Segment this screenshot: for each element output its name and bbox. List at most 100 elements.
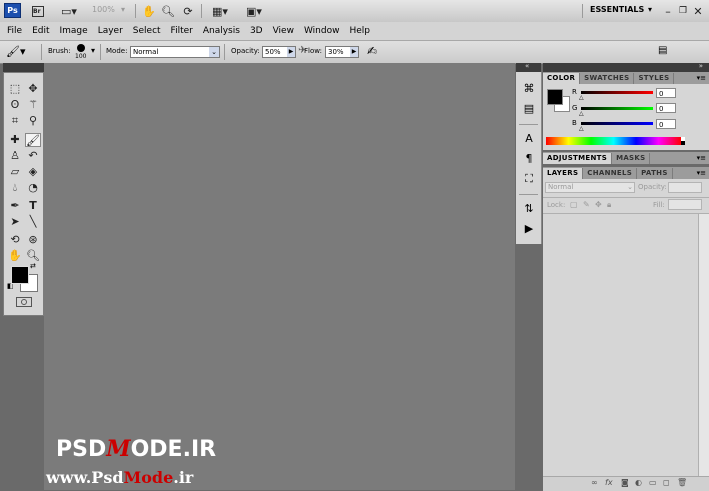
tools-panel-header[interactable]	[3, 63, 44, 72]
tab-layers[interactable]: LAYERS	[543, 168, 584, 179]
arrange-documents-icon[interactable]: ▦▾	[207, 3, 233, 19]
r-value[interactable]: 0	[656, 88, 676, 98]
ps-logo[interactable]: Ps	[4, 3, 21, 18]
tab-styles[interactable]: STYLES	[634, 73, 675, 84]
minimize-icon[interactable]: –	[662, 3, 674, 19]
navigator-panel-icon[interactable]: ▶	[521, 222, 537, 236]
b-slider-thumb[interactable]: △	[579, 125, 584, 132]
clone-stamp-tool-icon[interactable]: ♙	[7, 149, 23, 163]
lock-image-icon[interactable]: ✎	[583, 200, 590, 209]
brush-preview[interactable]	[77, 44, 85, 52]
mode-select[interactable]: Normal ⌄	[130, 46, 220, 58]
history-panel-icon[interactable]: ⌘	[521, 82, 537, 96]
paint-bucket-tool-icon[interactable]: ◈	[25, 165, 41, 179]
b-slider[interactable]	[581, 122, 653, 125]
panel-toggle-icon[interactable]: ▤	[658, 45, 670, 57]
dock-header[interactable]: «	[516, 62, 541, 72]
g-slider-thumb[interactable]: △	[579, 110, 584, 117]
blur-tool-icon[interactable]: 💧︎	[7, 181, 23, 195]
menu-select[interactable]: Select	[128, 22, 166, 40]
menu-view[interactable]: View	[268, 22, 299, 40]
menu-help[interactable]: Help	[344, 22, 375, 40]
tab-paths[interactable]: PATHS	[637, 168, 673, 179]
menu-3d[interactable]: 3D	[245, 22, 268, 40]
panel-menu-icon[interactable]: ▾≡	[697, 73, 709, 84]
clone-source-panel-icon[interactable]: ⛶	[521, 172, 537, 186]
close-icon[interactable]: ✕	[692, 3, 704, 19]
actions-panel-icon[interactable]: ▤	[521, 102, 537, 116]
menu-layer[interactable]: Layer	[93, 22, 128, 40]
dodge-tool-icon[interactable]: ◔	[25, 181, 41, 195]
eyedropper-tool-icon[interactable]: ⚲	[25, 114, 41, 128]
document-canvas-area[interactable]	[44, 63, 515, 490]
b-value[interactable]: 0	[656, 119, 676, 129]
opacity-slider-arrow-icon[interactable]: ▶	[287, 47, 295, 57]
link-layers-icon[interactable]: ∞	[591, 478, 598, 487]
adjustment-layer-icon[interactable]: ◐	[635, 478, 642, 487]
collapse-to-icons-icon[interactable]: »	[699, 62, 703, 70]
color-fg-swatch[interactable]	[547, 89, 563, 105]
rotate-view-icon[interactable]: ⟳	[180, 3, 196, 19]
quick-mask-icon[interactable]	[16, 297, 32, 307]
airbrush-icon[interactable]: ✍︎	[367, 44, 377, 58]
blend-mode-select[interactable]: Normal ⌄	[545, 182, 635, 193]
menu-analysis[interactable]: Analysis	[198, 22, 245, 40]
layer-opacity-field[interactable]	[668, 182, 702, 193]
flow-field[interactable]: 30% ▶	[325, 46, 359, 58]
chevron-down-icon[interactable]: ⌄	[627, 183, 633, 192]
color-ramp-black[interactable]	[681, 141, 685, 145]
screen-mode-icon[interactable]: ▣▾	[241, 3, 267, 19]
tab-adjustments[interactable]: ADJUSTMENTS	[543, 153, 613, 164]
fill-field[interactable]	[668, 199, 702, 210]
magic-wand-tool-icon[interactable]: ⚚	[25, 98, 41, 112]
panel-menu-icon[interactable]: ▾≡	[697, 153, 709, 164]
menu-file[interactable]: File	[2, 22, 27, 40]
tab-channels[interactable]: CHANNELS	[583, 168, 638, 179]
delete-layer-icon[interactable]: 🗑︎	[677, 478, 687, 487]
menu-filter[interactable]: Filter	[166, 22, 198, 40]
layers-list[interactable]	[543, 214, 698, 476]
move-tool-icon[interactable]: ✥	[25, 82, 41, 96]
tab-masks[interactable]: MASKS	[612, 153, 651, 164]
view-extras-icon[interactable]: ▭▾	[58, 3, 80, 19]
zoom-tool-icon[interactable]: 🔍︎	[25, 249, 41, 263]
swap-colors-icon[interactable]: ⇄	[30, 262, 36, 270]
new-layer-icon[interactable]: ◻	[663, 478, 670, 487]
hand-tool-icon[interactable]: ✋	[7, 249, 23, 263]
layers-scrollbar[interactable]	[698, 214, 709, 476]
workspace-dropdown-icon[interactable]: ▾	[648, 5, 652, 14]
add-mask-icon[interactable]: ◙	[621, 478, 629, 487]
menu-edit[interactable]: Edit	[27, 22, 54, 40]
type-tool-icon[interactable]: T	[25, 199, 41, 213]
eraser-tool-icon[interactable]: ▱	[7, 165, 23, 179]
tool-preset-picker[interactable]: 🖌︎▾	[6, 45, 36, 59]
zoom-dropdown-icon[interactable]: ▾	[121, 5, 125, 14]
restore-icon[interactable]: ❐	[677, 3, 689, 19]
panels-header[interactable]: »	[543, 62, 709, 72]
g-slider[interactable]	[581, 107, 653, 110]
crop-tool-icon[interactable]: ⌗	[7, 114, 23, 128]
chevron-down-icon[interactable]: ⌄	[209, 47, 219, 57]
line-tool-icon[interactable]: ╲	[25, 215, 41, 229]
brushes-panel-icon[interactable]: ⇅	[521, 202, 537, 216]
marquee-tool-icon[interactable]: ⬚	[7, 82, 23, 96]
foreground-color-swatch[interactable]	[11, 266, 29, 284]
lasso-tool-icon[interactable]: ʘ	[7, 98, 23, 112]
zoom-tool-icon[interactable]: 🔍︎	[160, 3, 176, 19]
collapse-arrows-icon[interactable]: «	[525, 62, 529, 70]
r-slider[interactable]	[581, 91, 653, 94]
path-selection-tool-icon[interactable]: ➤	[7, 215, 23, 229]
paragraph-panel-icon[interactable]: ¶	[521, 152, 537, 166]
hand-tool-icon[interactable]: ✋	[141, 3, 157, 19]
menu-image[interactable]: Image	[55, 22, 93, 40]
3d-orbit-tool-icon[interactable]: ⊛	[25, 233, 41, 247]
lock-position-icon[interactable]: ✥	[595, 200, 602, 209]
pen-tool-icon[interactable]: ✒	[7, 199, 23, 213]
workspace-switcher[interactable]: ESSENTIALS	[590, 5, 644, 14]
tab-color[interactable]: COLOR	[543, 73, 581, 84]
zoom-level[interactable]: 100%	[92, 5, 115, 14]
healing-brush-tool-icon[interactable]: ✚	[7, 133, 23, 147]
flow-slider-arrow-icon[interactable]: ▶	[350, 47, 358, 57]
panel-menu-icon[interactable]: ▾≡	[697, 168, 709, 179]
lock-all-icon[interactable]: 🔒︎	[607, 200, 611, 210]
